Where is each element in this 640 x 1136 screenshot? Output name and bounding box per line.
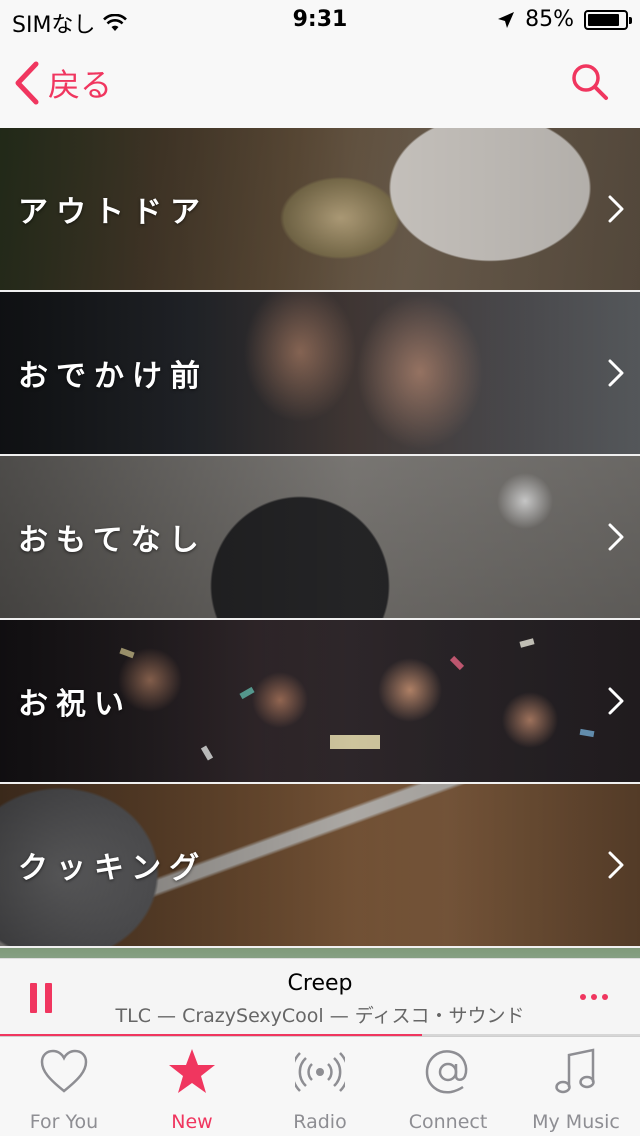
back-label: 戻る — [48, 66, 113, 104]
category-row-before-going-out[interactable]: おでかけ前 — [0, 292, 640, 456]
battery-icon — [584, 9, 632, 30]
category-row-hospitality[interactable]: おもてなし — [0, 456, 640, 620]
category-label: おでかけ前 — [18, 359, 208, 394]
landscape-image — [0, 948, 640, 958]
chevron-right-icon — [608, 359, 624, 387]
tab-label: For You — [29, 1111, 99, 1133]
nav-bar: 戻る — [0, 40, 640, 128]
more-options-button[interactable] — [580, 987, 610, 1007]
back-button[interactable]: 戻る — [14, 60, 112, 106]
location-arrow-icon — [498, 11, 515, 28]
tab-for-you[interactable]: For You — [0, 1037, 128, 1136]
battery-fill — [588, 13, 619, 26]
tab-radio[interactable]: Radio — [256, 1037, 384, 1136]
screen: SIMなし 9:31 85% 戻る アウトドア おでかけ前 おもてなし お祝い … — [0, 0, 640, 1136]
category-label: お祝い — [18, 687, 132, 722]
radio-icon — [295, 1052, 345, 1092]
tab-label: My Music — [532, 1111, 620, 1133]
mini-player[interactable]: Creep TLC — CrazySexyCool — ディスコ・サウンド — [0, 958, 640, 1037]
status-bar: SIMなし 9:31 85% — [0, 0, 640, 40]
tab-connect[interactable]: Connect — [384, 1037, 512, 1136]
dot-icon — [602, 994, 608, 1000]
track-subtitle: TLC — CrazySexyCool — ディスコ・サウンド — [115, 1005, 525, 1027]
tab-bar: For You New Radio Connect My Music — [0, 1036, 640, 1136]
search-icon — [572, 64, 608, 100]
star-icon — [169, 1049, 215, 1093]
tab-label: Radio — [293, 1111, 347, 1133]
category-row-cooking[interactable]: クッキング — [0, 784, 640, 948]
tab-my-music[interactable]: My Music — [512, 1037, 640, 1136]
status-right: 85% — [497, 7, 632, 32]
chevron-right-icon — [608, 851, 624, 879]
battery-tip — [629, 16, 632, 24]
track-title: Creep — [287, 971, 353, 996]
category-list: アウトドア おでかけ前 おもてなし お祝い クッキング — [0, 128, 640, 958]
tab-label: New — [171, 1111, 213, 1133]
chevron-left-icon — [15, 61, 39, 105]
category-label: おもてなし — [18, 523, 207, 558]
dot-icon — [591, 994, 597, 1000]
category-row-celebration[interactable]: お祝い — [0, 620, 640, 784]
chevron-right-icon — [608, 687, 624, 715]
battery-percent: 85% — [525, 7, 574, 32]
category-label: クッキング — [18, 851, 208, 886]
chevron-right-icon — [608, 523, 624, 551]
music-note-icon — [555, 1048, 595, 1094]
heart-icon — [40, 1049, 88, 1093]
dot-icon — [580, 994, 586, 1000]
tab-new[interactable]: New — [128, 1037, 256, 1136]
at-sign-icon — [425, 1050, 468, 1094]
category-row-outdoor[interactable]: アウトドア — [0, 128, 640, 292]
category-row-partial[interactable] — [0, 948, 640, 958]
search-button[interactable] — [570, 62, 610, 102]
chevron-right-icon — [608, 195, 624, 223]
category-label: アウトドア — [18, 195, 208, 230]
tab-label: Connect — [408, 1111, 488, 1133]
